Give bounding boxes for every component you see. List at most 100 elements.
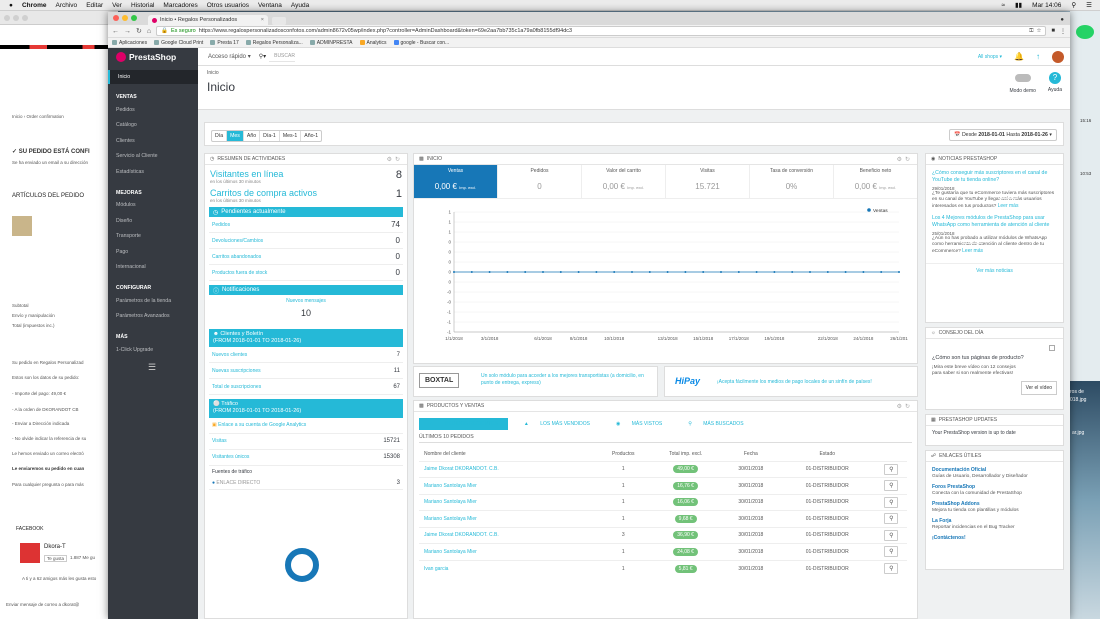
tab-most-searched[interactable]: ⚲ MÁS BUSCADOS <box>678 418 753 430</box>
wifi-icon[interactable]: ≈ <box>1001 2 1005 9</box>
table-row[interactable]: Ivan garcia 1 5,81 € 30/01/2018 01-DISTRIBUI… <box>419 559 907 577</box>
table-row[interactable]: Mariano Santolaya Mier 1 16,76 € 30/01/2018… <box>419 477 907 494</box>
key-icon[interactable]: ⚿ <box>1029 28 1033 35</box>
period-ano[interactable]: Año <box>244 131 261 141</box>
panel-controls-icon[interactable]: ⚙↻ <box>897 403 913 410</box>
browser-tab-active[interactable]: Inicio • Regalos Personalizados × <box>148 15 268 25</box>
sidebar-item-1-click-upgrade[interactable]: 1-Click Upgrade <box>108 342 198 358</box>
sidebar-item-catalogo[interactable]: Catálogo <box>108 118 198 134</box>
sidebar-item-transporte[interactable]: Transporte <box>108 229 198 245</box>
order-customer[interactable]: Jaime Dkorat DKORANDOT. C.B. <box>419 460 598 478</box>
carts-label[interactable]: Carritos de compra activos <box>210 188 402 198</box>
menu-marcadores[interactable]: Marcadores <box>163 2 197 9</box>
news-item-title[interactable]: Los 4 Mejores módulos de PrestaShop para… <box>932 215 1057 229</box>
customers-row[interactable]: Total de suscripciones 67 <box>209 379 403 396</box>
order-customer[interactable]: Mariano Santolaya Mier <box>419 510 598 527</box>
sidebar-item-clientes[interactable]: Clientes <box>108 133 198 149</box>
kpi-tasa-conversion[interactable]: Tasa de conversión 0% <box>750 165 834 198</box>
extension-icon[interactable]: ■ <box>1051 28 1055 34</box>
zoom-window-icon[interactable] <box>131 15 137 21</box>
period-mes[interactable]: Mes <box>227 131 244 141</box>
pending-row[interactable]: Productos fuera de stock 0 <box>209 265 403 281</box>
pending-row[interactable]: Pedidos 74 <box>209 217 403 233</box>
boxtal-ad[interactable]: BOXTAL Un solo módulo para acceder a los… <box>413 366 658 397</box>
bookmark-google-search[interactable]: google - Buscar con... <box>393 40 449 46</box>
omnibox[interactable]: 🔒 Es seguro https://www.regalospersonali… <box>156 26 1047 36</box>
kpi-ventas[interactable]: Ventas 0,00 € Imp. excl. <box>414 165 498 198</box>
hipay-ad[interactable]: HiPay ¡Acepta fácilmente los medios de p… <box>664 366 918 397</box>
collapse-menu-icon[interactable]: ☰ <box>108 362 198 373</box>
sidebar-item-diseno[interactable]: Diseño <box>108 213 198 229</box>
notifications-bell-icon[interactable]: 🔔 <box>1014 52 1024 61</box>
tab-recent-orders[interactable]: ▲ PEDIDOS RECIENTES <box>419 418 508 430</box>
pending-row[interactable]: Devoluciones/Cambios 0 <box>209 233 403 249</box>
kpi-valor-carrito[interactable]: Valor del carrito 0,00 € Imp. excl. <box>582 165 666 198</box>
bookmark-star-icon[interactable]: ☆ <box>1036 28 1041 34</box>
order-customer[interactable]: Ivan garcia <box>419 559 598 577</box>
search-icon[interactable]: ⚲▾ <box>259 53 266 60</box>
fb-like-button[interactable]: Te gusta <box>44 555 68 562</box>
customers-row[interactable]: Nuevas suscripciones 11 <box>209 363 403 380</box>
menu-archivo[interactable]: Archivo <box>56 2 78 9</box>
view-order-search-icon[interactable]: ⚲ <box>884 480 899 492</box>
view-order-search-icon[interactable]: ⚲ <box>884 496 899 508</box>
bookmark-adminpresta[interactable]: ADMINPRESTA <box>309 40 353 46</box>
apple-menu-icon[interactable]: ● <box>9 2 13 9</box>
news-read-more-link[interactable]: Leer más <box>997 197 1019 209</box>
visitors-label[interactable]: Visitantes en línea <box>210 169 402 179</box>
menu-ventana[interactable]: Ventana <box>258 2 282 9</box>
spotlight-icon[interactable]: ⚲ <box>1071 1 1076 9</box>
useful-link[interactable]: PrestaShop Addons Mejora tu tienda con pl… <box>932 501 1057 513</box>
google-analytics-link[interactable]: ▣ Enlace a su cuenta de Google Analytics <box>209 418 403 434</box>
quick-access-dropdown[interactable]: Acceso rápido ▾ <box>208 53 251 60</box>
tab-most-viewed[interactable]: ◉ MÁS VISTOS <box>606 418 672 430</box>
sidebar-item-parametros-avanzados[interactable]: Parámetros Avanzados <box>108 309 198 325</box>
panel-controls-icon[interactable]: ⚙↻ <box>897 156 913 163</box>
sidebar-item-modulos[interactable]: Módulos <box>108 198 198 214</box>
bookmark-analytics[interactable]: Analytics <box>359 40 387 46</box>
battery-icon[interactable]: ▮▮ <box>1015 1 1022 9</box>
notification-center-icon[interactable]: ☰ <box>1086 1 1092 9</box>
useful-link[interactable]: ¡Contáctenos! <box>932 535 1057 541</box>
pending-row[interactable]: Carritos abandonados 0 <box>209 249 403 265</box>
reload-icon[interactable]: ↻ <box>136 27 142 35</box>
menu-ver[interactable]: Ver <box>112 2 122 9</box>
breadcrumb[interactable]: Inicio <box>207 70 219 76</box>
back-icon[interactable]: ← <box>112 28 119 35</box>
chrome-menu-icon[interactable]: ⋮ <box>1060 28 1066 35</box>
table-row[interactable]: Jaime Dkorat DKORANDOT. C.B. 1 49,00 € 30/0… <box>419 460 907 478</box>
profile-icon[interactable]: ● <box>1060 17 1064 23</box>
table-row[interactable]: Jaime Dkorat DKORANDOT. C.B. 3 36,90 € 30/0… <box>419 526 907 544</box>
order-customer[interactable]: Mariano Santolaya Mier <box>419 477 598 494</box>
bookmark-google-cloud-print[interactable]: Google Cloud Print <box>154 40 203 46</box>
sidebar-item-pago[interactable]: Pago <box>108 244 198 260</box>
panel-controls-icon[interactable]: ⚙↻ <box>387 156 403 163</box>
period-dia-1[interactable]: Día-1 <box>260 131 280 141</box>
table-row[interactable]: Mariano Santolaya Mier 1 16,06 € 30/01/2018… <box>419 493 907 511</box>
view-order-search-icon[interactable]: ⚲ <box>884 463 899 475</box>
boxtal-text[interactable]: Un solo módulo para acceder a los mejore… <box>481 373 651 386</box>
date-range-picker[interactable]: 📅 Desde 2018-01-01 Hasta 2018-01-26 ▾ <box>949 129 1057 141</box>
search-input[interactable]: Buscar <box>269 51 295 62</box>
new-messages[interactable]: Nuevos mensajes 10 <box>209 295 403 325</box>
sidebar-item-internacional[interactable]: Internacional <box>108 260 198 276</box>
traffic-row[interactable]: Visitantes únicos 15308 <box>209 450 403 466</box>
fb-page-name[interactable]: Dkora-T <box>44 544 66 550</box>
upgrade-arrow-icon[interactable]: ↑ <box>1036 52 1040 61</box>
view-order-search-icon[interactable]: ⚲ <box>884 563 899 574</box>
useful-link[interactable]: Documentación Oficial Guías de Usuario, D… <box>932 467 1057 479</box>
view-order-search-icon[interactable]: ⚲ <box>884 513 899 525</box>
news-read-more-link[interactable]: Leer más <box>962 243 983 255</box>
minimize-window-icon[interactable] <box>122 15 128 21</box>
tab-best-sellers[interactable]: ▲ LOS MÁS VENDIDOS <box>514 418 600 430</box>
employee-avatar[interactable] <box>1052 50 1064 63</box>
view-order-search-icon[interactable]: ⚲ <box>884 546 899 558</box>
forward-icon[interactable]: → <box>124 28 131 35</box>
prestashop-logo[interactable]: PrestaShop <box>108 47 198 66</box>
kpi-pedidos[interactable]: Pedidos 0 <box>498 165 582 198</box>
useful-link[interactable]: Foros PrestaShop Conecta con la comunidad… <box>932 484 1057 496</box>
menu-historial[interactable]: Historial <box>131 2 154 9</box>
traffic-row[interactable]: Visitas 15721 <box>209 434 403 450</box>
news-item-title[interactable]: ¿Cómo conseguir más suscriptores en el c… <box>932 170 1057 184</box>
demo-mode-button[interactable]: Modo demo <box>1010 72 1036 94</box>
